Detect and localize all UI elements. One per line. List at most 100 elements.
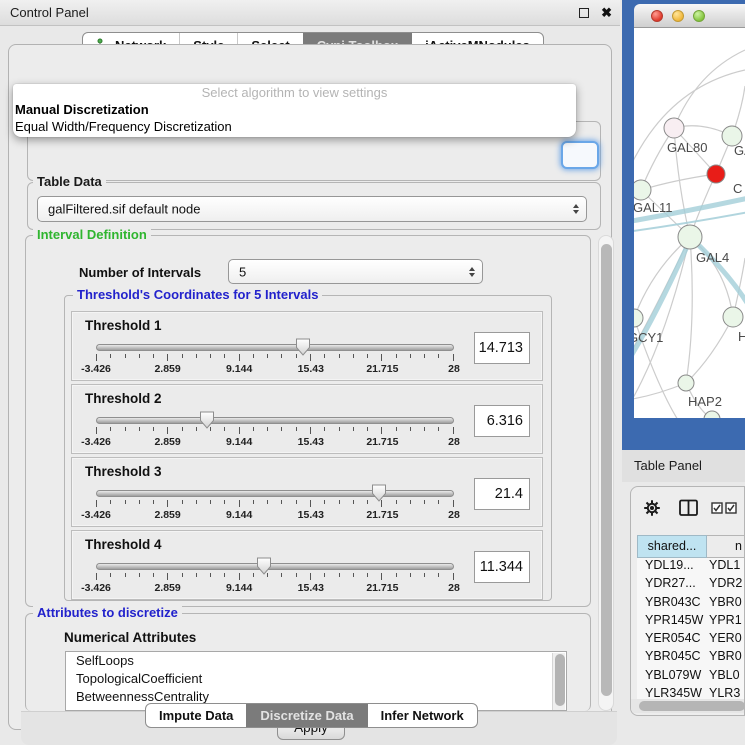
- threshold-value-field[interactable]: 11.344: [474, 551, 530, 583]
- network-node-gal4[interactable]: [678, 225, 702, 249]
- node-label: H: [738, 329, 745, 344]
- tick-label: 2.859: [154, 582, 180, 594]
- cell-shared-name: YBR043C: [637, 595, 705, 609]
- network-node-gcy1[interactable]: [634, 309, 643, 327]
- table-row[interactable]: YDL19...YDL1: [637, 558, 745, 576]
- threshold-value-field[interactable]: 21.4: [474, 478, 530, 510]
- tab-label: Impute Data: [159, 708, 233, 723]
- tick-label: -3.426: [81, 363, 111, 375]
- tick-label: -3.426: [81, 582, 111, 594]
- tab-discretize-data[interactable]: Discretize Data: [246, 704, 366, 727]
- panel-scrollbar-thumb[interactable]: [601, 244, 612, 696]
- table-row[interactable]: YDR27...YDR2: [637, 576, 745, 594]
- tick-label: 21.715: [366, 509, 398, 521]
- network-edge: [641, 128, 674, 190]
- network-edge: [634, 240, 690, 364]
- table-panel-header: Table Panel: [622, 450, 745, 482]
- column-header-name[interactable]: n: [707, 535, 745, 558]
- cell-name: YLR3: [705, 686, 740, 699]
- algorithm-combobox-focus-ring[interactable]: [561, 141, 599, 169]
- gear-icon[interactable]: [643, 499, 661, 517]
- table-row[interactable]: YBR045CYBR0: [637, 649, 745, 667]
- control-panel-title: Control Panel: [10, 5, 89, 20]
- panel-vertical-scrollbar[interactable]: [598, 235, 614, 711]
- slider-track[interactable]: [96, 417, 454, 424]
- slider-track[interactable]: [96, 344, 454, 351]
- network-canvas[interactable]: GAL80GACGAL11GAL4GCY1HHAP2: [634, 28, 745, 418]
- close-icon[interactable]: ✖: [601, 4, 612, 21]
- screen: Control Panel ✖ NetworkStyleSelectCyni T…: [0, 0, 745, 745]
- network-node-c[interactable]: [707, 165, 725, 183]
- columns-icon[interactable]: [679, 499, 699, 517]
- column-header-shared[interactable]: shared...: [637, 535, 707, 558]
- float-window-icon[interactable]: [579, 8, 589, 18]
- table-hscrollbar-thumb[interactable]: [639, 701, 745, 711]
- table-horizontal-scrollbar[interactable]: [631, 699, 745, 713]
- table-data-label: Table Data: [33, 175, 106, 189]
- tick-label: 28: [448, 436, 460, 448]
- slider-tick-labels: -3.4262.8599.14415.4321.71528: [96, 582, 454, 594]
- table-row[interactable]: YBR043CYBR0: [637, 595, 745, 613]
- algorithm-option[interactable]: Manual Discretization: [13, 101, 576, 118]
- zoom-traffic-light-icon[interactable]: [693, 10, 705, 22]
- cell-name: YDL1: [705, 558, 740, 572]
- node-label: GAL80: [667, 140, 707, 155]
- attribute-items: SelfLoopsTopologicalCoefficientBetweenne…: [66, 652, 566, 706]
- network-node-h[interactable]: [723, 307, 743, 327]
- interval-definition-label: Interval Definition: [33, 228, 151, 242]
- network-node-hap2[interactable]: [678, 375, 694, 391]
- node-label: GCY1: [634, 330, 663, 345]
- tick-label: 2.859: [154, 509, 180, 521]
- slider-track[interactable]: [96, 490, 454, 497]
- attributes-list-scrollbar[interactable]: [552, 653, 565, 711]
- threshold-slider: -3.4262.8599.14415.4321.71528: [96, 484, 454, 526]
- tick-label: -3.426: [81, 436, 111, 448]
- tick-label: 21.715: [366, 363, 398, 375]
- tab-infer-network[interactable]: Infer Network: [367, 704, 477, 727]
- network-edge: [690, 237, 745, 306]
- network-node-gal80[interactable]: [664, 118, 684, 138]
- control-panel: Control Panel ✖ NetworkStyleSelectCyni T…: [0, 0, 620, 745]
- attributes-group-label: Attributes to discretize: [33, 606, 182, 620]
- cyni-toolbox-panel: Discretization Algorithm Table Data galF…: [8, 44, 612, 730]
- minimize-traffic-light-icon[interactable]: [672, 10, 684, 22]
- close-traffic-light-icon[interactable]: [651, 10, 663, 22]
- tick-label: -3.426: [81, 509, 111, 521]
- threshold-panel-4: Threshold 4-3.4262.8599.14415.4321.71528…: [71, 530, 543, 600]
- algorithm-dropdown-popup: Select algorithm to view settings Manual…: [13, 84, 576, 137]
- algorithm-placeholder-option[interactable]: Select algorithm to view settings: [13, 85, 576, 101]
- network-node-gal11[interactable]: [634, 180, 651, 200]
- threshold-title: Threshold 3: [85, 464, 162, 479]
- attribute-list-item[interactable]: SelfLoops: [66, 652, 566, 670]
- number-of-intervals-combobox[interactable]: 5: [228, 259, 483, 284]
- slider-ticks: [96, 354, 454, 362]
- checkbox-icon[interactable]: [711, 502, 723, 514]
- algorithm-option[interactable]: Equal Width/Frequency Discretization: [13, 118, 576, 135]
- number-of-intervals-label: Number of Intervals: [79, 265, 201, 280]
- slider-tick-labels: -3.4262.8599.14415.4321.71528: [96, 363, 454, 375]
- table-header-row: shared... n: [637, 535, 745, 558]
- table-row[interactable]: YLR345WYLR3: [637, 686, 745, 699]
- table-rows[interactable]: YDL19...YDL1YDR27...YDR2YBR043CYBR0YPR14…: [637, 558, 745, 699]
- attributes-scrollbar-thumb[interactable]: [555, 654, 565, 706]
- tab-impute-data[interactable]: Impute Data: [146, 704, 246, 727]
- slider-track[interactable]: [96, 563, 454, 570]
- table-data-combobox[interactable]: galFiltered.sif default node: [37, 196, 587, 222]
- table-panel-title: Table Panel: [634, 458, 702, 473]
- threshold-value-field[interactable]: 14.713: [474, 332, 530, 364]
- table-row[interactable]: YBL079WYBL0: [637, 668, 745, 686]
- tick-label: 2.859: [154, 363, 180, 375]
- slider-tick-labels: -3.4262.8599.14415.4321.71528: [96, 436, 454, 448]
- table-row[interactable]: YPR145WYPR1: [637, 613, 745, 631]
- cell-shared-name: YBR045C: [637, 649, 705, 663]
- number-of-intervals-value: 5: [239, 264, 246, 279]
- checkbox-icon[interactable]: [725, 502, 737, 514]
- cell-name: YBR0: [705, 649, 742, 663]
- threshold-value-field[interactable]: 6.316: [474, 405, 530, 437]
- network-edge: [634, 237, 690, 318]
- network-node[interactable]: [704, 411, 720, 418]
- attribute-list-item[interactable]: TopologicalCoefficient: [66, 670, 566, 688]
- numerical-attributes-list[interactable]: SelfLoopsTopologicalCoefficientBetweenne…: [65, 651, 567, 711]
- cell-shared-name: YER054C: [637, 631, 705, 645]
- table-row[interactable]: YER054CYER0: [637, 631, 745, 649]
